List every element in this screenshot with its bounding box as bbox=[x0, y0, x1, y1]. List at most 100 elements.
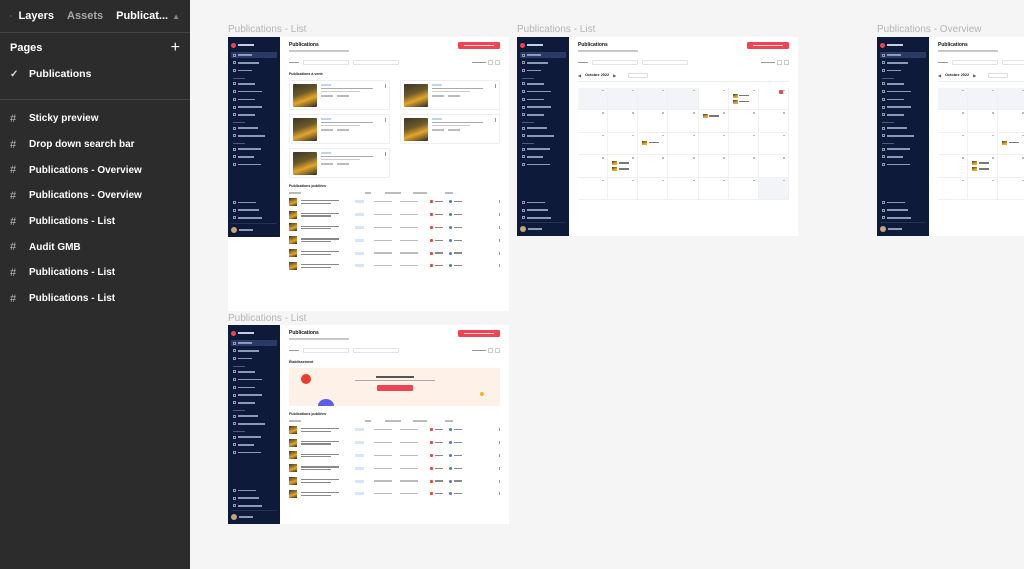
more-icon[interactable] bbox=[384, 117, 386, 122]
app-sidebar-item[interactable] bbox=[880, 68, 926, 74]
more-icon[interactable] bbox=[499, 479, 500, 483]
app-sidebar-item[interactable] bbox=[231, 369, 277, 375]
calendar-day[interactable] bbox=[968, 177, 999, 200]
app-sidebar-item[interactable] bbox=[520, 81, 566, 87]
more-icon[interactable] bbox=[384, 83, 386, 88]
app-sidebar-item[interactable] bbox=[880, 81, 926, 87]
app-sidebar-item[interactable] bbox=[880, 199, 926, 205]
app-sidebar-item[interactable] bbox=[880, 112, 926, 118]
app-sidebar-item[interactable] bbox=[231, 392, 277, 398]
filter-select[interactable] bbox=[1002, 60, 1024, 65]
frame-label[interactable]: Publications - Overview bbox=[877, 24, 981, 35]
app-sidebar-item[interactable] bbox=[231, 199, 277, 205]
more-icon[interactable] bbox=[499, 441, 500, 445]
calendar-day[interactable] bbox=[998, 110, 1024, 133]
app-sidebar-item[interactable] bbox=[231, 495, 277, 501]
app-sidebar-item[interactable] bbox=[880, 89, 926, 95]
frame-layer-item[interactable]: # Publications - List bbox=[0, 209, 190, 235]
app-sidebar-item[interactable] bbox=[231, 68, 277, 74]
app-sidebar-item[interactable] bbox=[231, 413, 277, 419]
calendar-day[interactable] bbox=[638, 132, 669, 155]
calendar-day[interactable] bbox=[668, 177, 699, 200]
app-sidebar-item[interactable] bbox=[880, 133, 926, 139]
app-sidebar-item[interactable] bbox=[880, 207, 926, 213]
calendar-day[interactable] bbox=[698, 87, 729, 110]
calendar-day[interactable] bbox=[938, 87, 969, 110]
calendar-day[interactable] bbox=[728, 110, 759, 133]
app-sidebar-item[interactable] bbox=[231, 215, 277, 221]
view-grid-icon[interactable] bbox=[777, 60, 782, 65]
prev-month-icon[interactable]: ◀ bbox=[938, 73, 941, 78]
app-sidebar-item[interactable] bbox=[880, 162, 926, 168]
calendar-day[interactable] bbox=[998, 178, 1024, 200]
new-publication-button[interactable] bbox=[458, 42, 500, 49]
app-sidebar-item[interactable] bbox=[880, 146, 926, 152]
filter-select[interactable] bbox=[592, 60, 638, 65]
app-sidebar-item[interactable] bbox=[520, 207, 566, 213]
app-sidebar-item[interactable] bbox=[231, 104, 277, 110]
app-sidebar-item[interactable] bbox=[231, 340, 277, 346]
frame-label[interactable]: Publications - List bbox=[228, 313, 306, 324]
app-sidebar-item[interactable] bbox=[520, 112, 566, 118]
app-sidebar-item[interactable] bbox=[520, 60, 566, 66]
calendar-day[interactable] bbox=[758, 132, 789, 155]
app-sidebar-item[interactable] bbox=[231, 434, 277, 440]
app-sidebar-item[interactable] bbox=[231, 377, 277, 383]
filter-select[interactable] bbox=[303, 348, 349, 353]
calendar-day[interactable] bbox=[608, 155, 639, 178]
frame-layer-item[interactable]: # Publications - List bbox=[0, 260, 190, 286]
prev-month-icon[interactable]: ◀ bbox=[578, 73, 581, 78]
calendar-day[interactable] bbox=[968, 155, 999, 178]
filter-select[interactable] bbox=[303, 60, 349, 65]
frame-label[interactable]: Publications - List bbox=[228, 24, 306, 35]
user-profile[interactable] bbox=[231, 510, 277, 520]
calendar-day[interactable] bbox=[968, 110, 999, 133]
app-sidebar-item[interactable] bbox=[231, 450, 277, 456]
table-row[interactable] bbox=[289, 462, 500, 475]
table-row[interactable] bbox=[289, 436, 500, 449]
view-grid-icon[interactable] bbox=[488, 348, 493, 353]
calendar-day[interactable] bbox=[758, 155, 789, 178]
table-row[interactable] bbox=[289, 424, 500, 437]
calendar-day[interactable] bbox=[728, 87, 759, 110]
tab-layers[interactable]: Layers bbox=[19, 10, 54, 22]
app-sidebar-item[interactable] bbox=[231, 52, 277, 58]
user-profile[interactable] bbox=[520, 222, 566, 232]
calendar-day[interactable] bbox=[638, 177, 669, 200]
calendar-day[interactable] bbox=[728, 177, 759, 200]
filter-select[interactable] bbox=[353, 60, 399, 65]
app-sidebar-item[interactable] bbox=[231, 60, 277, 66]
frame-layer-item[interactable]: # Sticky preview bbox=[0, 106, 190, 132]
app-sidebar-item[interactable] bbox=[520, 215, 566, 221]
app-sidebar-item[interactable] bbox=[231, 421, 277, 427]
calendar-day[interactable] bbox=[698, 110, 729, 133]
next-month-icon[interactable]: ▶ bbox=[973, 73, 976, 78]
calendar-day[interactable] bbox=[698, 155, 729, 178]
calendar-day[interactable] bbox=[608, 177, 639, 200]
calendar-day[interactable] bbox=[698, 132, 729, 155]
app-sidebar-item[interactable] bbox=[231, 400, 277, 406]
app-sidebar-item[interactable] bbox=[231, 384, 277, 390]
filter-select[interactable] bbox=[952, 60, 998, 65]
table-row[interactable] bbox=[289, 449, 500, 462]
calendar-day[interactable] bbox=[968, 87, 999, 110]
app-sidebar-item[interactable] bbox=[231, 125, 277, 131]
publication-card[interactable] bbox=[289, 79, 390, 110]
publication-card[interactable] bbox=[289, 147, 390, 178]
publication-card[interactable] bbox=[399, 113, 500, 144]
new-publication-button[interactable] bbox=[458, 330, 500, 337]
app-sidebar-item[interactable] bbox=[520, 125, 566, 131]
frame-label[interactable]: Publications - List bbox=[517, 24, 595, 35]
calendar-day[interactable] bbox=[668, 155, 699, 178]
next-month-icon[interactable]: ▶ bbox=[613, 73, 616, 78]
app-sidebar-item[interactable] bbox=[880, 60, 926, 66]
view-calendar-icon[interactable] bbox=[495, 348, 500, 353]
table-row[interactable] bbox=[289, 475, 500, 488]
app-sidebar-item[interactable] bbox=[880, 215, 926, 221]
app-sidebar-item[interactable] bbox=[520, 104, 566, 110]
app-sidebar-item[interactable] bbox=[231, 96, 277, 102]
calendar-day[interactable] bbox=[638, 87, 669, 110]
frame-layer-item[interactable]: # Publications - Overview bbox=[0, 183, 190, 209]
app-sidebar-item[interactable] bbox=[520, 52, 566, 58]
more-icon[interactable] bbox=[499, 238, 500, 242]
